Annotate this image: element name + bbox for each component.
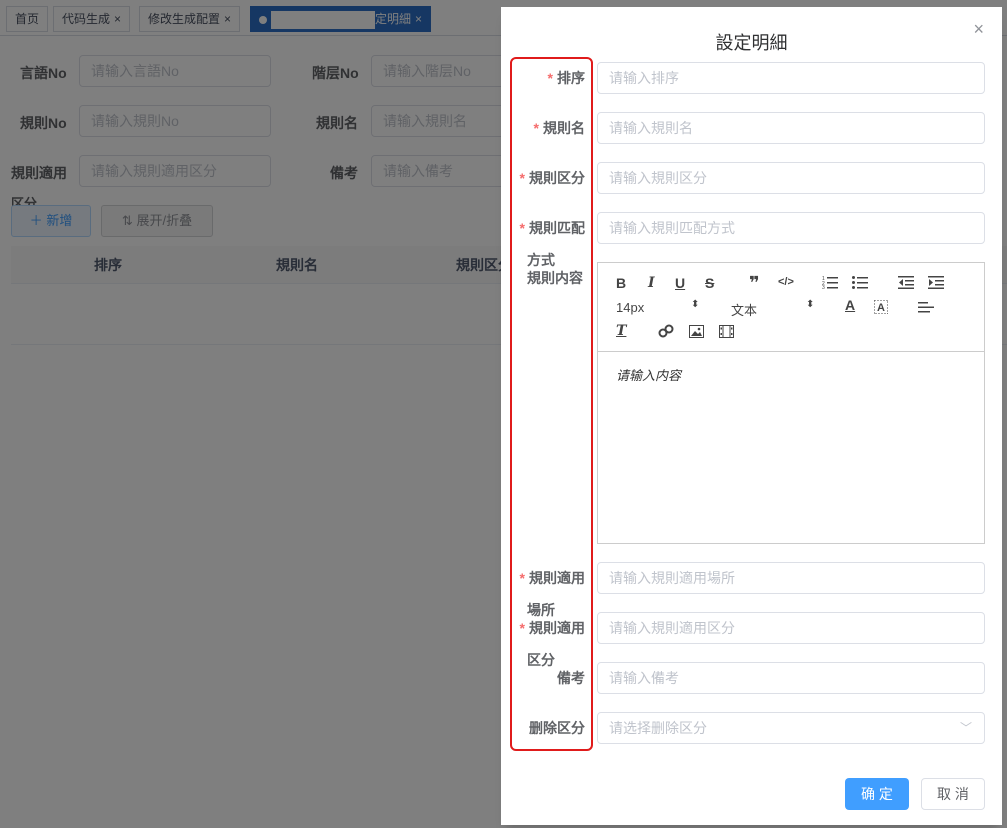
close-icon[interactable]: ×	[973, 19, 984, 40]
sort-input[interactable]: 请输入排序	[597, 62, 985, 94]
delete-kind-select[interactable]: 请选择删除区分 ﹀	[597, 712, 985, 744]
paragraph-select[interactable]: 文本	[731, 300, 757, 319]
chevron-updown-icon[interactable]: ⬍	[806, 299, 814, 310]
background-color-icon[interactable]: A	[874, 300, 888, 314]
font-color-icon[interactable]: A	[845, 297, 855, 313]
cancel-button[interactable]: 取 消	[921, 778, 985, 810]
underline-icon[interactable]: U	[675, 275, 685, 291]
rule-name-input[interactable]: 请输入規則名	[597, 112, 985, 144]
chevron-updown-icon[interactable]: ⬍	[691, 299, 699, 310]
annotation-highlight-box	[510, 57, 593, 751]
svg-text:A: A	[877, 302, 885, 314]
editor-content-area[interactable]: 请输入内容	[616, 365, 681, 384]
indent-icon[interactable]	[928, 275, 944, 289]
delete-kind-placeholder: 请选择删除区分	[609, 720, 707, 736]
clear-format-icon[interactable]: T	[616, 323, 626, 339]
link-icon[interactable]	[658, 324, 674, 338]
ordered-list-icon[interactable]: 123	[822, 275, 838, 289]
rule-place-input[interactable]: 请输入規則適用場所	[597, 562, 985, 594]
blockquote-icon[interactable]: ❞	[749, 273, 760, 294]
rule-apply-input[interactable]: 请输入規則適用区分	[597, 612, 985, 644]
italic-icon[interactable]: I	[648, 275, 655, 291]
rule-match-input[interactable]: 请输入規則匹配方式	[597, 212, 985, 244]
align-icon[interactable]	[918, 301, 934, 314]
video-icon[interactable]	[719, 325, 734, 338]
outdent-icon[interactable]	[898, 275, 914, 289]
rule-kind-input[interactable]: 请输入規則区分	[597, 162, 985, 194]
bold-icon[interactable]: B	[616, 275, 626, 291]
font-size-select[interactable]: 14px	[616, 300, 644, 315]
remark-input[interactable]: 请输入備考	[597, 662, 985, 694]
editor-toolbar: B I U S ❞ </> 123 14px ⬍ 文本 ⬍ A A T	[598, 263, 984, 352]
code-icon[interactable]: </>	[778, 276, 794, 288]
chevron-down-icon: ﹀	[959, 721, 972, 735]
confirm-button[interactable]: 确 定	[845, 778, 909, 810]
editor-placeholder: 请输入内容	[616, 368, 682, 383]
rich-text-editor: B I U S ❞ </> 123 14px ⬍ 文本 ⬍ A A T 请输入内…	[597, 262, 985, 544]
dialog-title: 設定明細	[715, 33, 788, 53]
image-icon[interactable]	[689, 325, 704, 338]
strikethrough-icon[interactable]: S	[705, 275, 714, 291]
svg-text:3: 3	[822, 285, 825, 289]
bullet-list-icon[interactable]	[852, 275, 868, 289]
